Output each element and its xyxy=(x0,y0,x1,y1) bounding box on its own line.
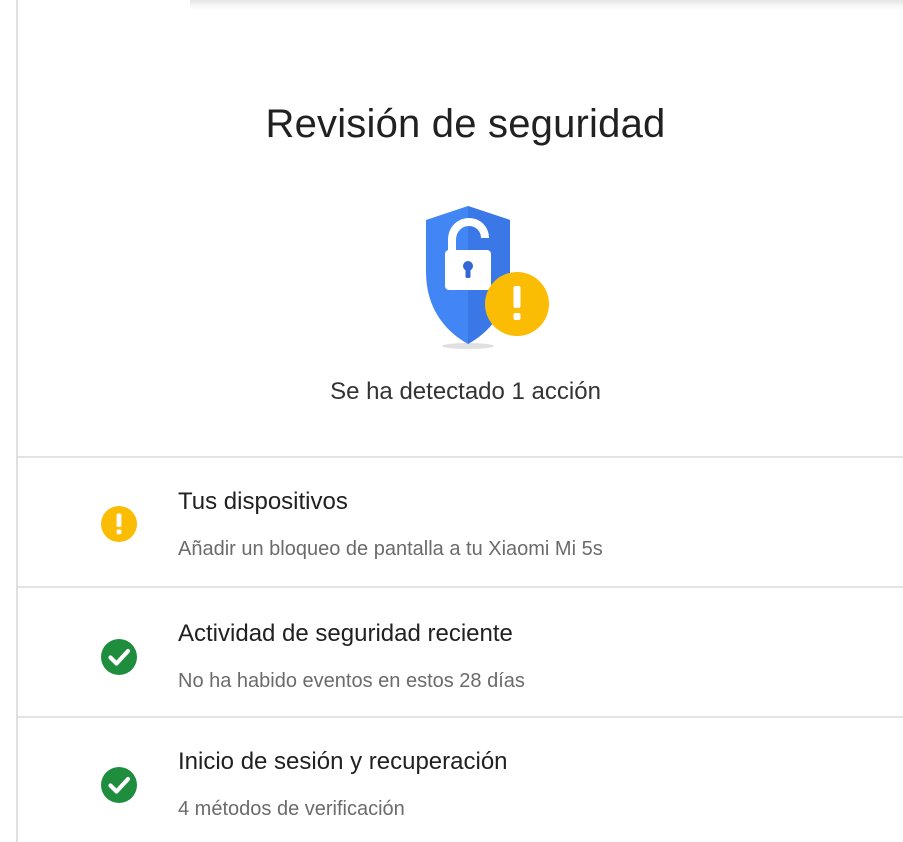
warning-icon xyxy=(100,505,138,543)
security-checkup-card: Revisión de seguridad Se ha detectado 1 … xyxy=(18,10,903,842)
check-icon xyxy=(100,638,138,676)
left-edge xyxy=(0,0,18,842)
item-subtitle: No ha habido eventos en estos 28 días xyxy=(178,670,525,692)
item-subtitle: Añadir un bloqueo de pantalla a tu Xiaom… xyxy=(178,538,603,560)
item-your-devices[interactable]: Tus dispositivos Añadir un bloqueo de pa… xyxy=(18,458,903,586)
item-title: Inicio de sesión y recuperación xyxy=(178,748,508,775)
item-title: Tus dispositivos xyxy=(178,488,348,515)
item-signin-recovery[interactable]: Inicio de sesión y recuperación 4 método… xyxy=(18,718,903,842)
shield-unlocked-warning-icon xyxy=(413,194,553,354)
check-icon xyxy=(100,766,138,804)
item-subtitle: 4 métodos de verificación xyxy=(178,798,405,820)
item-title: Actividad de seguridad reciente xyxy=(178,620,513,647)
page-title: Revisión de seguridad xyxy=(265,102,666,146)
item-recent-security-activity[interactable]: Actividad de seguridad reciente No ha ha… xyxy=(18,588,903,716)
top-edge-left xyxy=(0,0,190,10)
security-checkup-page: Revisión de seguridad Se ha detectado 1 … xyxy=(0,0,903,842)
top-edge-shadow xyxy=(190,0,903,10)
summary-text: Se ha detectado 1 acción xyxy=(330,378,601,405)
